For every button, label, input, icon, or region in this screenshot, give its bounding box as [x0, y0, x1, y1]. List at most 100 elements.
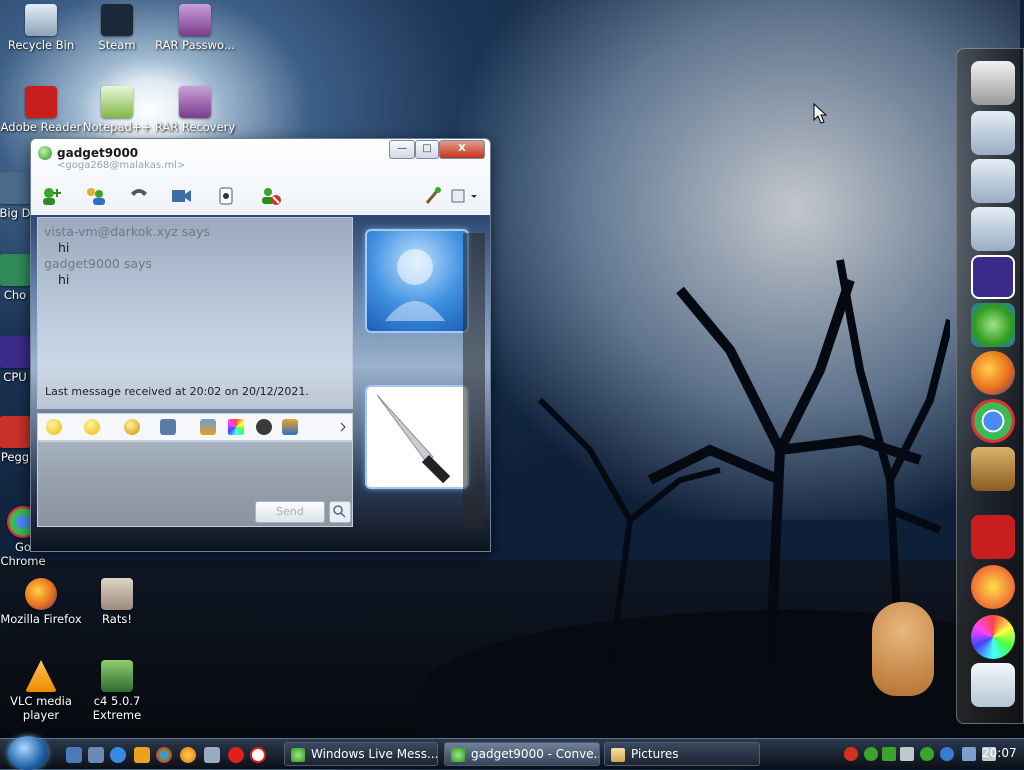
- dock-paint-icon[interactable]: [971, 615, 1015, 659]
- emoticon-toolbar: [37, 413, 353, 441]
- dock-folder-3-icon[interactable]: [971, 207, 1015, 251]
- dock-folder-2-icon[interactable]: [971, 159, 1015, 203]
- switch-windows-icon[interactable]: [88, 747, 104, 763]
- dock-firefox-icon[interactable]: [971, 351, 1015, 395]
- vlc-icon: [25, 660, 57, 692]
- chrome-quicklaunch-icon[interactable]: [156, 747, 172, 763]
- desktop-icon-vlc[interactable]: VLC media player: [0, 660, 82, 722]
- menu-button[interactable]: [449, 185, 479, 209]
- message-text: hi: [58, 272, 70, 287]
- maximize-button[interactable]: □: [415, 140, 439, 159]
- contacts-icon: [87, 188, 105, 205]
- dock-computer-icon[interactable]: [971, 61, 1015, 105]
- info-icon[interactable]: [940, 747, 954, 761]
- color-palette-icon[interactable]: [228, 419, 244, 435]
- desktop-icon-firefox[interactable]: Mozilla Firefox: [0, 578, 82, 626]
- cpu-icon: [0, 336, 31, 368]
- firefox-icon: [25, 578, 57, 610]
- dock-adobe-icon[interactable]: [971, 515, 1015, 559]
- block-contact-button[interactable]: [259, 185, 285, 209]
- desktop-icon-rar-password[interactable]: RAR Passwo...: [154, 4, 236, 52]
- wallpaper-trees: [537, 259, 950, 670]
- format-icon[interactable]: [282, 419, 298, 435]
- voice-clip-icon[interactable]: [160, 419, 176, 435]
- dock-folder-icon[interactable]: [971, 111, 1015, 155]
- minimize-button[interactable]: —: [389, 140, 415, 159]
- security-alert-icon[interactable]: [844, 747, 858, 761]
- messenger-window: gadget9000 <goga268@malakas.ml> — □ X vi…: [30, 138, 491, 552]
- knife-picture-icon: [376, 394, 451, 484]
- sync-icon[interactable]: [882, 747, 896, 761]
- volume-icon[interactable]: [900, 747, 914, 761]
- desktop-icon-rar-recovery[interactable]: RAR Recovery: [154, 86, 236, 134]
- send-button[interactable]: Send: [255, 501, 325, 523]
- desktop-icon-notepad-plus-plus[interactable]: Notepad++: [76, 86, 158, 134]
- virtualbox-icon[interactable]: [204, 747, 220, 763]
- opera-icon[interactable]: [228, 747, 244, 763]
- show-desktop-icon[interactable]: [66, 747, 82, 763]
- desktop-icon-c4[interactable]: c4 5.0.7 Extreme: [76, 660, 158, 722]
- user-silhouette-icon: [385, 249, 445, 321]
- search-button[interactable]: [329, 501, 351, 523]
- online-status-icon: [38, 146, 52, 160]
- share-files-button[interactable]: [83, 185, 109, 209]
- call-button[interactable]: [127, 185, 153, 209]
- clock[interactable]: 20:07: [982, 746, 1017, 760]
- desktop-icon-rats[interactable]: Rats!: [76, 578, 158, 626]
- rar-password-icon: [179, 4, 211, 36]
- hamster-figure: [872, 602, 934, 696]
- messenger-status-icon[interactable]: [920, 747, 934, 761]
- games-button[interactable]: [215, 185, 241, 209]
- yandex-icon[interactable]: [250, 747, 266, 763]
- dock-chrome-icon[interactable]: [971, 399, 1015, 443]
- firefox-quicklaunch-icon[interactable]: [180, 747, 196, 763]
- background-button[interactable]: [421, 185, 447, 209]
- taskbar-item-conversation[interactable]: gadget9000 - Conve...: [444, 742, 600, 766]
- invite-contact-button[interactable]: [39, 185, 65, 209]
- pegg-icon: [0, 416, 31, 448]
- smiley-icon[interactable]: [46, 419, 62, 435]
- ink-icon[interactable]: [200, 419, 216, 435]
- taskbar-item-pictures[interactable]: Pictures: [604, 742, 760, 766]
- dock-cpu-icon[interactable]: [971, 255, 1015, 299]
- video-call-button[interactable]: [169, 185, 195, 209]
- cho-icon: [0, 254, 31, 286]
- desktop-icon-steam[interactable]: Steam: [76, 4, 158, 52]
- folder-icon: [611, 748, 625, 762]
- font-icon[interactable]: [256, 419, 272, 435]
- dock-messenger-icon[interactable]: [971, 303, 1015, 347]
- messenger-tray-icon[interactable]: [864, 747, 878, 761]
- search-icon: [333, 505, 346, 518]
- notepad-plus-plus-icon: [101, 86, 133, 118]
- network-icon[interactable]: [962, 747, 976, 761]
- start-button[interactable]: [8, 736, 48, 770]
- message-sender: gadget9000 says: [44, 256, 152, 271]
- dock-box-icon[interactable]: [971, 447, 1015, 491]
- contact-email: <goga268@malakas.ml>: [57, 160, 186, 171]
- taskbar-item-messenger[interactable]: Windows Live Mess...: [284, 742, 438, 766]
- phone-icon: [131, 189, 147, 196]
- video-icon: [172, 190, 191, 202]
- close-button[interactable]: X: [439, 140, 485, 159]
- nudge-icon[interactable]: [124, 419, 140, 435]
- contact-name: gadget9000: [57, 146, 139, 160]
- menu-dropdown-icon: [451, 189, 477, 203]
- rar-recovery-icon: [179, 86, 211, 118]
- dock-p-app-icon[interactable]: [971, 565, 1015, 609]
- sidebar-dock: [956, 48, 1024, 724]
- contact-avatar[interactable]: [365, 229, 469, 333]
- my-avatar[interactable]: [365, 385, 469, 489]
- conversation-history: vista-vm@darkok.xyz says hi gadget9000 s…: [37, 217, 353, 409]
- desktop-icon-recycle-bin[interactable]: Recycle Bin: [0, 4, 82, 52]
- message-text: hi: [58, 240, 70, 255]
- block-icon: [262, 188, 281, 205]
- taskbar: Windows Live Mess... gadget9000 - Conve.…: [0, 736, 1024, 770]
- dock-recycle-bin-icon[interactable]: [971, 663, 1015, 707]
- internet-explorer-icon[interactable]: [110, 747, 126, 763]
- wink-icon[interactable]: [84, 419, 100, 435]
- chevron-right-icon[interactable]: [340, 422, 346, 432]
- desktop-icon-adobe-reader[interactable]: Adobe Reader: [0, 86, 82, 134]
- media-player-icon[interactable]: [134, 747, 150, 763]
- add-contact-icon: [43, 188, 61, 205]
- recycle-bin-icon: [25, 4, 57, 36]
